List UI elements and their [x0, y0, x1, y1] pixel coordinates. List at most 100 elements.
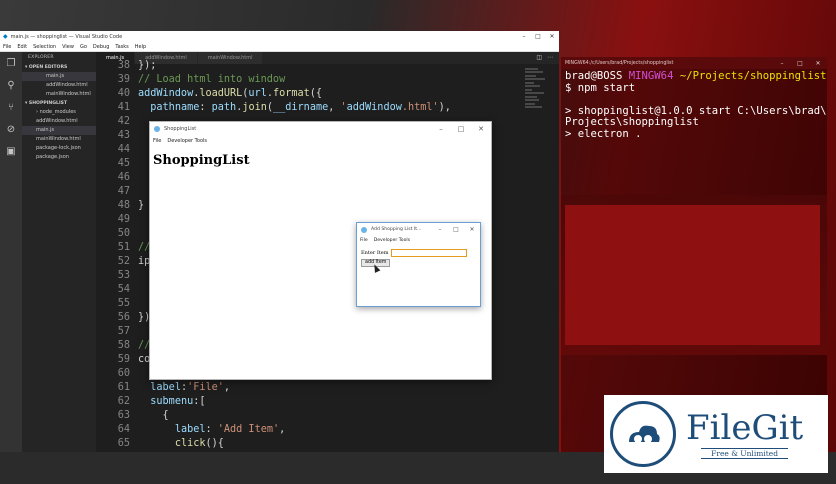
prompt-user: brad@BOSS [565, 70, 623, 82]
line-number: 55 [117, 298, 130, 309]
vscode-titlebar[interactable]: ◆ main.js — shoppinglist — Visual Studio… [0, 31, 559, 42]
menu-help[interactable]: Help [135, 44, 146, 50]
code-text: label: 'Add Item', [174, 424, 286, 435]
file-item[interactable]: addWindow.html [22, 117, 96, 126]
line-number: 40 [117, 88, 130, 99]
line-number: 59 [117, 354, 130, 365]
line-number: 65 [117, 438, 130, 449]
line-number: 60 [117, 368, 130, 379]
shoppinglist-titlebar[interactable]: ShoppingList – □ ✕ [150, 122, 491, 136]
explorer-icon[interactable]: ❐ [0, 52, 22, 74]
item-label: Enter Item [361, 250, 389, 256]
shoppinglist-menu-file[interactable]: File [153, 138, 161, 144]
line-number: 39 [117, 74, 130, 85]
menu-view[interactable]: View [62, 44, 74, 50]
add-item-menu-file[interactable]: File [360, 238, 368, 243]
terminal-titlebar[interactable]: MINGW64:/c/Users/brad/Projects/shoppingl… [561, 57, 827, 69]
menu-go[interactable]: Go [80, 44, 87, 50]
shoppinglist-menu-devtools[interactable]: Developer Tools [167, 138, 207, 144]
line-number: 48 [117, 200, 130, 211]
add-item-maximize-button[interactable]: □ [448, 226, 464, 233]
vscode-maximize-button[interactable]: □ [531, 33, 545, 40]
code-text: submenu:[ [150, 396, 206, 407]
menu-file[interactable]: File [3, 44, 11, 50]
add-item-minimize-button[interactable]: – [432, 226, 448, 233]
terminal-close-button[interactable]: ✕ [809, 60, 827, 67]
file-item[interactable]: main.js [22, 126, 96, 135]
shoppinglist-maximize-button[interactable]: □ [451, 125, 471, 133]
menu-selection[interactable]: Selection [33, 44, 56, 50]
prompt-path: ~/Projects/shoppinglist [679, 70, 827, 82]
add-item-close-button[interactable]: ✕ [464, 226, 480, 233]
terminal-command: $ npm start [565, 81, 636, 94]
menu-debug[interactable]: Debug [93, 44, 109, 50]
item-input[interactable] [390, 249, 467, 257]
file-item[interactable]: package.json [22, 153, 96, 162]
extensions-icon[interactable]: ▣ [0, 140, 22, 162]
terminal-minimize-button[interactable]: – [773, 60, 791, 67]
shoppinglist-minimize-button[interactable]: – [431, 125, 451, 133]
electron-app-icon [154, 126, 160, 132]
explorer-sidebar: EXPLORER ▾ OPEN EDITORS main.js addWindo… [22, 52, 96, 452]
code-text: } [138, 200, 145, 211]
code-text: addWindow.loadURL(url.format({ [138, 88, 323, 99]
shoppinglist-title: ShoppingList [164, 126, 197, 132]
menu-edit[interactable]: Edit [17, 44, 27, 50]
explorer-header: EXPLORER [28, 55, 54, 60]
line-number: 47 [117, 186, 130, 197]
terminal-output-line: Projects\shoppinglist [565, 116, 699, 128]
line-number: 56 [117, 312, 130, 323]
code-text: click(){ [174, 438, 224, 449]
split-editor-icon[interactable]: ◫ [536, 52, 542, 64]
shoppinglist-heading: ShoppingList [153, 153, 250, 168]
add-item-menu-devtools[interactable]: Developer Tools [374, 238, 410, 243]
more-actions-icon[interactable]: ⋯ [547, 52, 553, 64]
shoppinglist-close-button[interactable]: ✕ [471, 125, 491, 133]
line-number: 45 [117, 158, 130, 169]
open-editor-item[interactable]: mainWindow.html [22, 90, 96, 99]
line-number: 42 [117, 116, 130, 127]
source-control-icon[interactable]: ⑂ [0, 96, 22, 118]
code-text: }); [138, 60, 157, 71]
prompt-env: MINGW64 [628, 70, 674, 82]
code-text: label:'File', [150, 382, 231, 393]
line-number: 57 [117, 326, 130, 337]
open-editor-item[interactable]: addWindow.html [22, 81, 96, 90]
search-icon[interactable]: ⚲ [0, 74, 22, 96]
vscode-menubar: File Edit Selection View Go Debug Tasks … [0, 42, 559, 52]
add-item-titlebar[interactable]: Add Shopping List It... – □ ✕ [357, 223, 480, 236]
filegit-tagline: Free & Unlimited [701, 448, 788, 459]
terminal-red-panel [565, 205, 820, 345]
line-number: 43 [117, 130, 130, 141]
shoppinglist-menubar: File Developer Tools [150, 136, 491, 145]
file-item[interactable]: › node_modules [22, 108, 96, 117]
line-number: 50 [117, 228, 130, 239]
file-item[interactable]: mainWindow.html [22, 135, 96, 144]
code-text: { [138, 410, 169, 421]
vscode-logo-icon: ◆ [3, 33, 8, 40]
terminal-maximize-button[interactable]: □ [791, 60, 809, 67]
debug-icon[interactable]: ⊘ [0, 118, 22, 140]
line-number: 49 [117, 214, 130, 225]
line-number: 53 [117, 270, 130, 281]
tab-mainwindow-html[interactable]: mainWindow.html [197, 52, 264, 64]
minimap[interactable] [525, 66, 547, 186]
line-number: 62 [117, 396, 130, 407]
open-editor-item[interactable]: main.js [22, 72, 96, 81]
line-number: 58 [117, 340, 130, 351]
add-item-menubar: File Developer Tools [357, 236, 480, 244]
vscode-title: main.js — shoppinglist — Visual Studio C… [10, 33, 123, 40]
menu-tasks[interactable]: Tasks [115, 44, 128, 50]
project-section[interactable]: ▾ SHOPPINGLIST [22, 99, 96, 108]
file-item[interactable]: package-lock.json [22, 144, 96, 153]
terminal-output[interactable]: brad@BOSS MINGW64 ~/Projects/shoppinglis… [565, 70, 827, 140]
vscode-close-button[interactable]: ✕ [545, 33, 559, 40]
open-editors-section[interactable]: ▾ OPEN EDITORS [22, 63, 96, 72]
terminal-title: MINGW64:/c/Users/brad/Projects/shoppingl… [565, 60, 674, 66]
line-number: 63 [117, 410, 130, 421]
terminal-prompt-line: brad@BOSS MINGW64 ~/Projects/shoppinglis… [565, 70, 827, 83]
editor-tabbar: main.js addWindow.html mainWindow.html ◫… [96, 52, 559, 64]
line-number: 51 [117, 242, 130, 253]
filegit-watermark: FileGit Free & Unlimited [604, 395, 828, 473]
vscode-minimize-button[interactable]: – [517, 33, 531, 40]
